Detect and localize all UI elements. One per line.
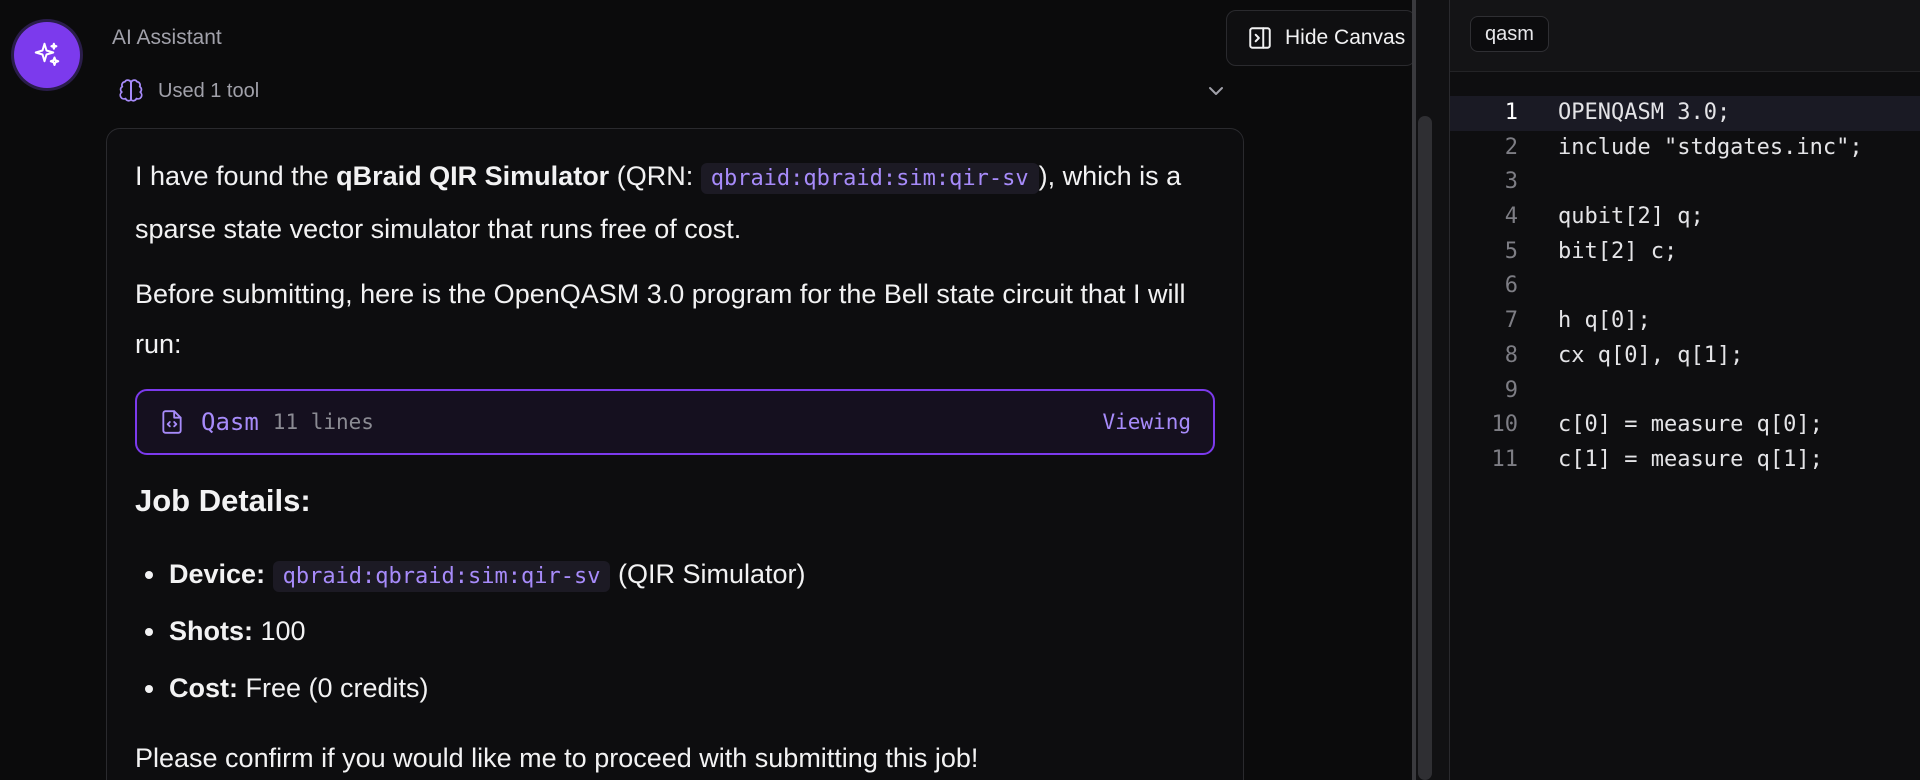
code-text: qubit[2] q; — [1558, 204, 1704, 230]
code-line[interactable]: 6 — [1450, 269, 1920, 304]
line-number: 11 — [1491, 446, 1519, 472]
code-line[interactable]: 2 include "stdgates.inc"; — [1450, 131, 1920, 166]
sparkles-icon — [34, 42, 60, 66]
chat-pane: AI Assistant Used 1 tool I have found th… — [0, 0, 1412, 780]
code-file-icon — [162, 410, 182, 434]
device-label: Device: — [169, 559, 266, 589]
code-text: OPENQASM 3.0; — [1558, 100, 1731, 125]
code-text: c[1] = measure q[1]; — [1558, 446, 1823, 472]
code-line[interactable]: 9 — [1450, 374, 1920, 409]
line-number: 5 — [1504, 238, 1518, 264]
qrn-code: qbraid:qbraid:sim:qir-sv — [700, 163, 1039, 194]
tool-usage-toggle[interactable]: Used 1 tool — [118, 74, 1228, 108]
assistant-message: I have found the qBraid QIR Simulator (Q… — [106, 128, 1244, 780]
list-item: Cost: Free (0 credits) — [135, 663, 1225, 720]
message-text: I have found the — [135, 161, 337, 191]
code-line[interactable]: 10 c[0] = measure q[0]; — [1450, 408, 1920, 443]
message-paragraph: Before submitting, here is the OpenQASM … — [135, 279, 1186, 359]
message-paragraph: Please confirm if you would like me to p… — [135, 743, 979, 773]
tool-usage-label: Used 1 tool — [158, 79, 260, 102]
chevron-down-icon[interactable] — [1204, 79, 1228, 103]
line-number: 4 — [1504, 204, 1518, 230]
attachment-line-count: 11 lines — [272, 410, 374, 434]
message-paragraph: I have found the qBraid QIR Simulator (Q… — [135, 151, 1225, 254]
message-text: (QRN: — [609, 161, 701, 191]
assistant-avatar — [14, 22, 80, 88]
code-attachment[interactable]: Qasm 11 lines Viewing — [135, 389, 1215, 455]
code-line[interactable]: 1 OPENQASM 3.0; — [1450, 96, 1920, 131]
attachment-status: Viewing — [1102, 410, 1191, 434]
line-number: 8 — [1504, 342, 1518, 368]
attachment-language: Qasm — [201, 408, 259, 436]
code-editor[interactable]: 1 OPENQASM 3.0; 2 include "stdgates.inc"; 3 4… — [1450, 96, 1920, 478]
hide-canvas-button[interactable]: Hide Canvas — [1226, 10, 1412, 66]
file-tab-qasm[interactable]: qasm — [1470, 16, 1549, 52]
brain-icon — [119, 79, 143, 102]
code-text: cx q[0], q[1]; — [1558, 342, 1744, 368]
list-item: Shots: 100 — [135, 606, 1225, 663]
job-details-heading: Job Details: — [135, 483, 311, 518]
shots-value: 100 — [253, 616, 306, 646]
code-text: h q[0]; — [1558, 308, 1651, 334]
device-code: qbraid:qbraid:sim:qir-sv — [272, 561, 611, 592]
code-line[interactable]: 11 c[1] = measure q[1]; — [1450, 443, 1920, 478]
line-number: 10 — [1491, 412, 1519, 438]
code-text: bit[2] c; — [1558, 238, 1678, 264]
code-text: c[0] = measure q[0]; — [1558, 412, 1823, 438]
line-number: 1 — [1504, 100, 1518, 125]
shots-label: Shots: — [169, 616, 253, 646]
code-line[interactable]: 4 qubit[2] q; — [1450, 200, 1920, 235]
job-details-list: Device: qbraid:qbraid:sim:qir-sv (QIR Si… — [135, 549, 1225, 720]
code-line[interactable]: 3 — [1450, 165, 1920, 200]
code-canvas: qasm 1 OPENQASM 3.0; 2 include "stdgates.in… — [1450, 0, 1920, 780]
hide-canvas-label: Hide Canvas — [1285, 26, 1406, 49]
panel-collapse-icon — [1249, 27, 1271, 49]
line-number: 2 — [1504, 134, 1518, 160]
sender-name: AI Assistant — [112, 26, 222, 49]
line-number: 3 — [1504, 169, 1518, 195]
scrollbar-thumb[interactable] — [1418, 116, 1432, 780]
cost-value: Free (0 credits) — [238, 673, 429, 703]
code-line[interactable]: 7 h q[0]; — [1450, 304, 1920, 339]
cost-label: Cost: — [169, 673, 238, 703]
line-number: 9 — [1504, 377, 1518, 403]
simulator-name: qBraid QIR Simulator — [336, 161, 610, 191]
code-line[interactable]: 8 cx q[0], q[1]; — [1450, 339, 1920, 374]
line-number: 6 — [1504, 273, 1518, 299]
line-number: 7 — [1504, 308, 1518, 334]
code-line[interactable]: 5 bit[2] c; — [1450, 235, 1920, 270]
code-text: include "stdgates.inc"; — [1558, 134, 1863, 160]
canvas-header: qasm — [1450, 0, 1920, 72]
device-suffix: (QIR Simulator) — [610, 559, 806, 589]
list-item: Device: qbraid:qbraid:sim:qir-sv (QIR Si… — [135, 549, 1225, 606]
